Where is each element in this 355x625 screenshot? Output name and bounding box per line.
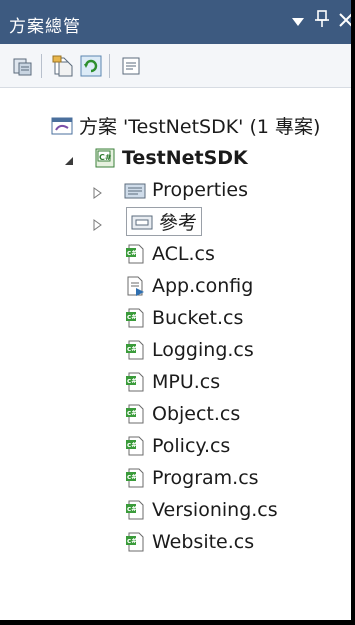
svg-text:c#: c# bbox=[127, 345, 137, 353]
tree-item-label: App.config bbox=[152, 274, 254, 297]
tree-item-file[interactable]: c# ACL.cs bbox=[0, 238, 355, 269]
expand-icon[interactable] bbox=[91, 215, 105, 231]
svg-text:c#: c# bbox=[127, 313, 137, 321]
solution-explorer-panel: 方案總管 方案 'TestNetSDK' (1 專案) C# TestNetSD… bbox=[0, 0, 355, 625]
tree-item-properties[interactable]: Properties bbox=[0, 174, 355, 205]
csharp-file-icon: c# bbox=[124, 467, 146, 489]
panel-title: 方案總管 bbox=[9, 17, 81, 37]
references-folder-icon bbox=[131, 211, 153, 233]
panel-titlebar: 方案總管 bbox=[0, 0, 355, 44]
tree-item-label: Logging.cs bbox=[152, 338, 254, 361]
csharp-file-icon: c# bbox=[124, 403, 146, 425]
svg-text:c#: c# bbox=[127, 409, 137, 417]
tree-item-file[interactable]: c# Logging.cs bbox=[0, 334, 355, 365]
tree-item-file[interactable]: c# Website.cs bbox=[0, 526, 355, 557]
svg-text:c#: c# bbox=[127, 441, 137, 449]
panel-toolbar bbox=[0, 44, 355, 88]
tree-item-label: 參考 bbox=[159, 212, 198, 234]
properties-icon[interactable] bbox=[12, 55, 34, 77]
solution-icon bbox=[51, 115, 73, 137]
toolbar-separator bbox=[109, 54, 110, 78]
config-file-icon bbox=[124, 275, 146, 297]
tree-item-label: MPU.cs bbox=[152, 370, 221, 393]
solution-label: 方案 'TestNetSDK' (1 專案) bbox=[79, 116, 321, 138]
svg-text:c#: c# bbox=[127, 249, 137, 257]
csharp-file-icon: c# bbox=[124, 371, 146, 393]
tree-item-references[interactable]: 參考 bbox=[0, 206, 355, 237]
expand-icon[interactable] bbox=[91, 183, 105, 199]
tree-item-label: Object.cs bbox=[152, 402, 241, 425]
tree-item-file[interactable]: c# Bucket.cs bbox=[0, 302, 355, 333]
csharp-file-icon: c# bbox=[124, 339, 146, 361]
svg-text:c#: c# bbox=[127, 505, 137, 513]
window-border-bottom bbox=[0, 620, 355, 625]
titlebar-controls bbox=[291, 10, 353, 33]
csharp-file-icon: c# bbox=[124, 307, 146, 329]
tree-item-file[interactable]: c# Policy.cs bbox=[0, 430, 355, 461]
tree-item-label: Properties bbox=[152, 178, 249, 201]
properties-folder-icon bbox=[124, 179, 146, 201]
tree-item-label: Program.cs bbox=[152, 466, 259, 489]
toolbar-separator bbox=[41, 54, 42, 78]
csharp-file-icon: c# bbox=[124, 435, 146, 457]
tree-item-project[interactable]: C# TestNetSDK bbox=[0, 142, 355, 173]
svg-text:c#: c# bbox=[127, 377, 137, 385]
tree-item-label: Website.cs bbox=[152, 530, 255, 553]
project-label: TestNetSDK bbox=[122, 146, 248, 169]
view-class-diagram-icon[interactable] bbox=[120, 55, 142, 77]
triangle-down-icon[interactable] bbox=[291, 12, 305, 32]
tree-item-file[interactable]: c# MPU.cs bbox=[0, 366, 355, 397]
window-border-right bbox=[351, 0, 355, 625]
tree-item-file[interactable]: c# Versioning.cs bbox=[0, 494, 355, 525]
svg-text:C#: C# bbox=[99, 153, 112, 162]
show-all-files-icon[interactable] bbox=[52, 55, 74, 77]
tree-item-file[interactable]: c# Object.cs bbox=[0, 398, 355, 429]
pin-icon[interactable] bbox=[315, 10, 329, 33]
tree-item-label: Bucket.cs bbox=[152, 306, 244, 329]
tree-item-label: Versioning.cs bbox=[152, 498, 278, 521]
collapse-icon[interactable] bbox=[62, 151, 76, 165]
tree-item-label: Policy.cs bbox=[152, 434, 231, 457]
solution-tree: 方案 'TestNetSDK' (1 專案) C# TestNetSDK Pro… bbox=[0, 88, 355, 625]
csharp-project-icon: C# bbox=[94, 147, 116, 169]
csharp-file-icon: c# bbox=[124, 243, 146, 265]
tree-item-label: ACL.cs bbox=[152, 242, 215, 265]
refresh-icon[interactable] bbox=[80, 55, 102, 77]
svg-text:c#: c# bbox=[127, 537, 137, 545]
tree-item-file[interactable]: App.config bbox=[0, 270, 355, 301]
svg-text:c#: c# bbox=[127, 473, 137, 481]
tree-item-file[interactable]: c# Program.cs bbox=[0, 462, 355, 493]
csharp-file-icon: c# bbox=[124, 499, 146, 521]
csharp-file-icon: c# bbox=[124, 531, 146, 553]
tree-item-solution[interactable]: 方案 'TestNetSDK' (1 專案) bbox=[0, 110, 355, 141]
selected-item-box: 參考 bbox=[126, 207, 203, 236]
